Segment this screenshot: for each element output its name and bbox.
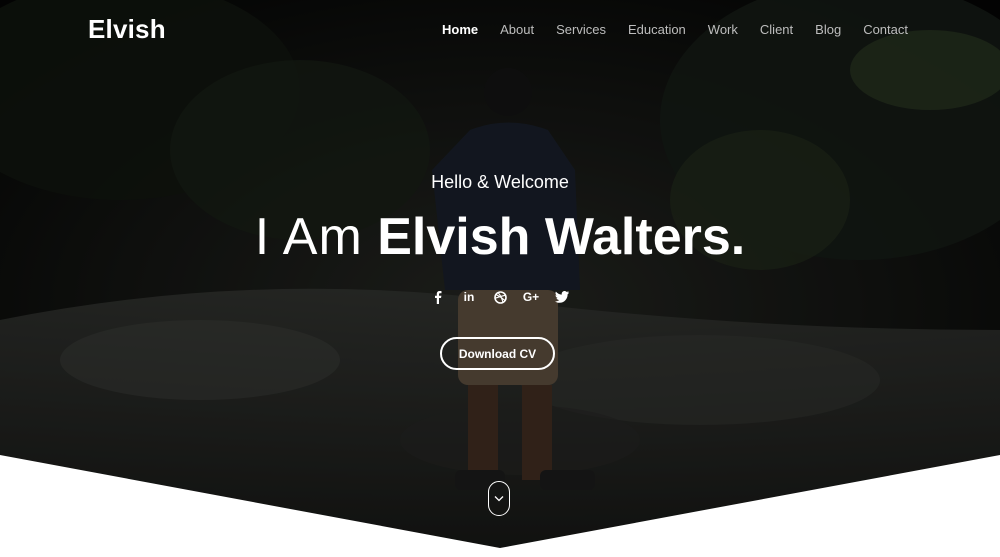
chevron-down-icon: [494, 496, 504, 502]
hero-section: Elvish Home About Services Education Wor…: [0, 0, 1000, 557]
bottom-white-divider: [0, 455, 1000, 557]
scroll-down-button[interactable]: [488, 481, 510, 516]
